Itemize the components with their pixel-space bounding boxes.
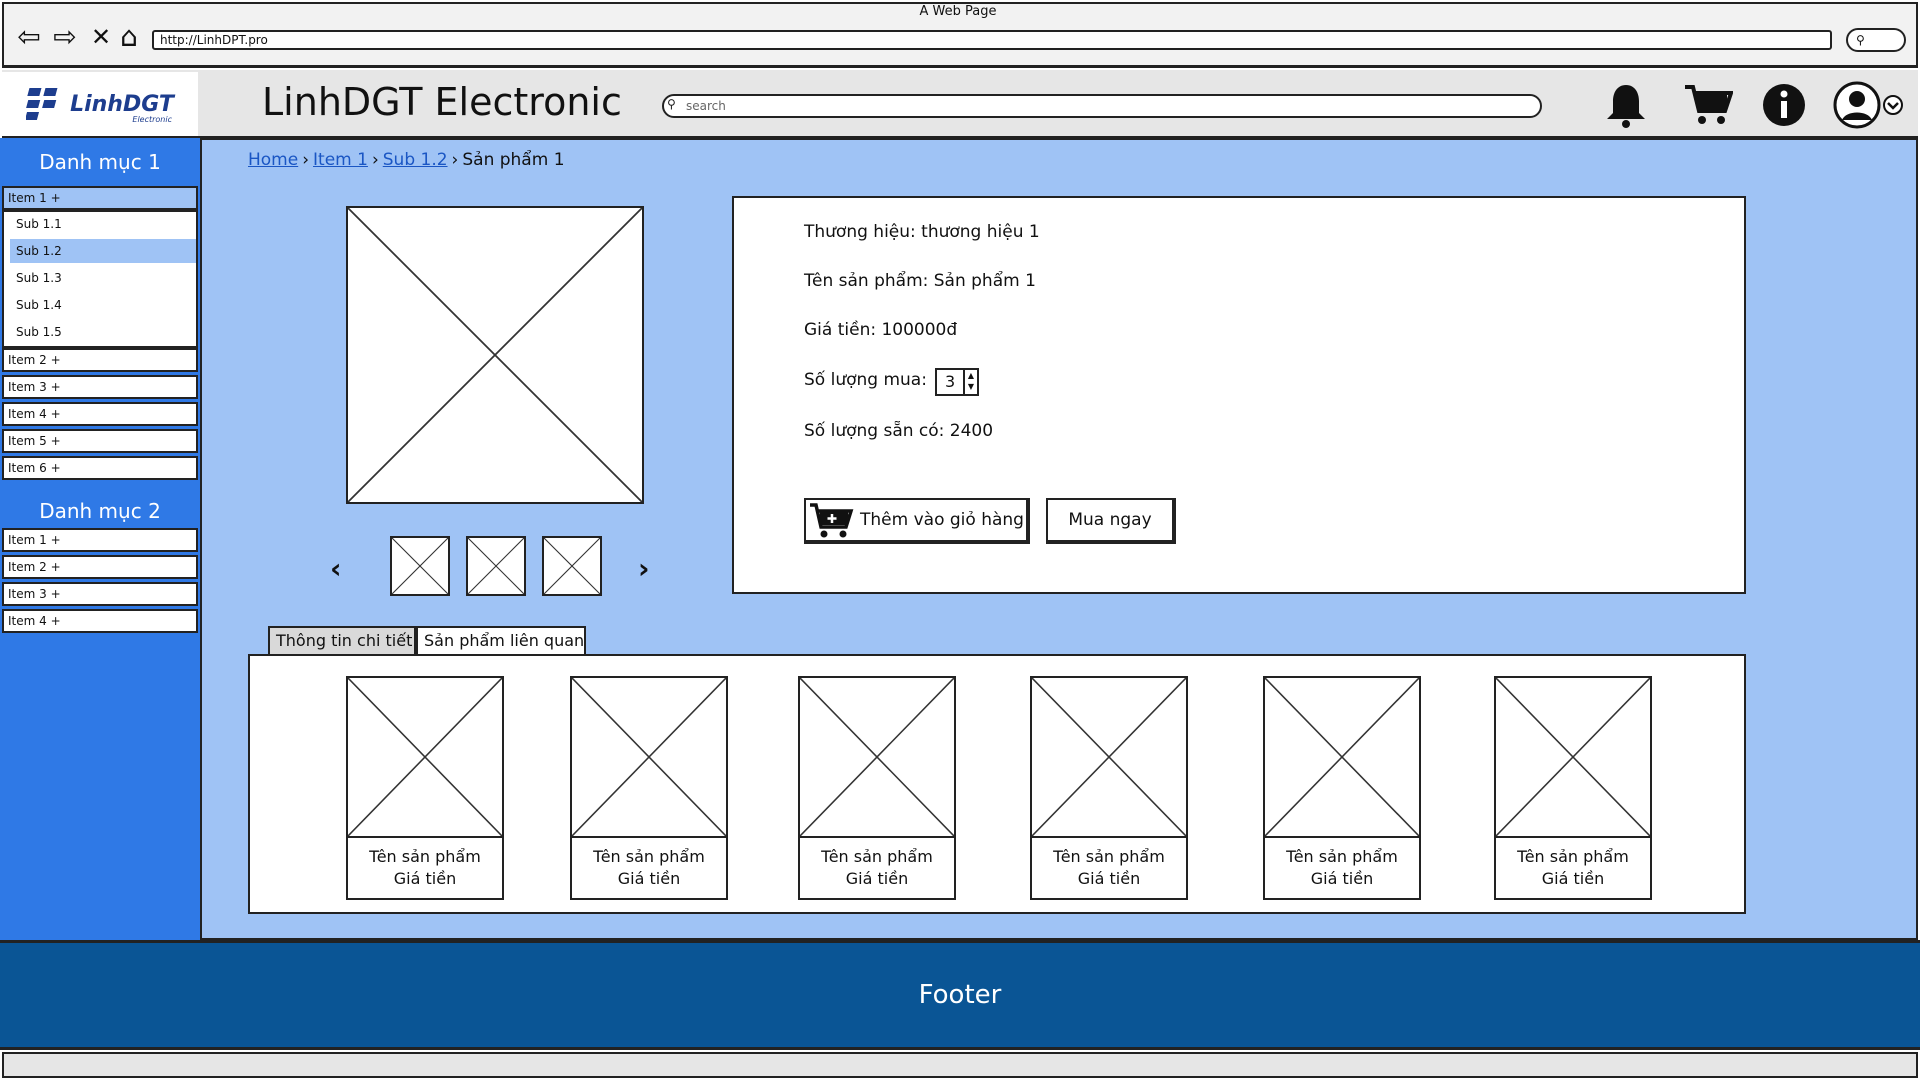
product-name: Tên sản phẩm: Sản phẩm 1 xyxy=(804,271,1036,291)
related-product-name: Tên sản phẩm xyxy=(1053,847,1165,866)
sidebar-item[interactable]: Item 3 + xyxy=(2,375,198,399)
breadcrumb: Home › Item 1 › Sub 1.2 › Sản phẩm 1 xyxy=(248,150,565,170)
back-icon[interactable]: ⇦ xyxy=(12,22,46,52)
thumbnail[interactable] xyxy=(390,536,450,596)
stock-quantity: Số lượng sẵn có: 2400 xyxy=(804,421,994,441)
breadcrumb-current: Sản phẩm 1 xyxy=(462,150,565,170)
related-product-card[interactable]: Tên sản phẩm Giá tiền xyxy=(1494,676,1652,900)
submenu-item[interactable]: Sub 1.3 xyxy=(10,266,196,290)
product-image xyxy=(346,206,644,504)
user-menu[interactable] xyxy=(1828,78,1908,132)
quantity-label: Số lượng mua: xyxy=(804,370,927,390)
sidebar-item[interactable]: Item 3 + xyxy=(2,582,198,606)
add-to-cart-label: Thêm vào giỏ hàng xyxy=(860,510,1024,530)
add-cart-icon xyxy=(810,503,854,538)
breadcrumb-link[interactable]: Item 1 xyxy=(313,150,368,170)
search-input[interactable]: search xyxy=(662,94,1542,118)
sidebar-item[interactable]: Item 1 + xyxy=(2,528,198,552)
thumbnail[interactable] xyxy=(466,536,526,596)
submenu-item[interactable]: Sub 1.4 xyxy=(10,293,196,317)
cart-icon[interactable] xyxy=(1680,78,1736,132)
sidebar-item[interactable]: Item 6 + xyxy=(2,456,198,480)
url-bar[interactable]: http://LinhDPT.pro xyxy=(152,30,1832,50)
logo-subtext: Electronic xyxy=(132,115,172,124)
chevron-left-icon[interactable]: ‹ xyxy=(330,552,342,585)
related-product-name: Tên sản phẩm xyxy=(821,847,933,866)
tab-details[interactable]: Thông tin chi tiết xyxy=(268,626,416,656)
category-title[interactable]: Danh mục 1 xyxy=(0,140,200,184)
page-footer: Footer xyxy=(0,940,1920,1050)
product-price: Giá tiền: 100000đ xyxy=(804,320,958,340)
info-icon[interactable] xyxy=(1756,78,1812,132)
window-title: A Web Page xyxy=(919,4,997,19)
submenu-item[interactable]: Sub 1.5 xyxy=(10,320,196,344)
related-product-price: Giá tiền xyxy=(1077,869,1141,888)
thumbnail[interactable] xyxy=(542,536,602,596)
category-title[interactable]: Danh mục 2 xyxy=(0,489,200,533)
logo-icon xyxy=(26,88,58,120)
sidebar-item[interactable]: Item 2 + xyxy=(2,555,198,579)
bell-icon[interactable] xyxy=(1598,78,1654,132)
related-product-card[interactable]: Tên sản phẩm Giá tiền xyxy=(1030,676,1188,900)
related-product-name: Tên sản phẩm xyxy=(369,847,481,866)
submenu-item[interactable]: Sub 1.2 xyxy=(10,239,196,263)
sidebar-item[interactable]: Item 5 + xyxy=(2,429,198,453)
related-product-card[interactable]: Tên sản phẩm Giá tiền xyxy=(570,676,728,900)
related-product-name: Tên sản phẩm xyxy=(1517,847,1629,866)
product-brand: Thương hiệu: thương hiệu 1 xyxy=(804,222,1040,242)
related-product-price: Giá tiền xyxy=(393,869,457,888)
sidebar-item[interactable]: Item 4 + xyxy=(2,402,198,426)
browser-search-field[interactable]: ⚲ xyxy=(1846,28,1906,52)
home-icon[interactable]: ⌂ xyxy=(112,22,146,52)
tab-related-products[interactable]: Sản phẩm liên quan xyxy=(416,626,586,656)
buy-now-button[interactable]: Mua ngay xyxy=(1046,498,1176,544)
related-product-card[interactable]: Tên sản phẩm Giá tiền xyxy=(1263,676,1421,900)
submenu-item[interactable]: Sub 1.1 xyxy=(10,212,196,236)
breadcrumb-link[interactable]: Sub 1.2 xyxy=(383,150,448,170)
chevron-down-icon xyxy=(1883,95,1903,115)
forward-icon[interactable]: ⇨ xyxy=(48,22,82,52)
related-product-card[interactable]: Tên sản phẩm Giá tiền xyxy=(798,676,956,900)
sidebar-item[interactable]: Item 1 + xyxy=(2,186,198,210)
related-product-name: Tên sản phẩm xyxy=(593,847,705,866)
status-bar xyxy=(2,1052,1918,1078)
related-product-card[interactable]: Tên sản phẩm Giá tiền xyxy=(346,676,504,900)
breadcrumb-link[interactable]: Home xyxy=(248,150,298,170)
add-to-cart-button[interactable]: Thêm vào giỏ hàng xyxy=(804,498,1030,544)
related-product-price: Giá tiền xyxy=(1541,869,1605,888)
sidebar-item[interactable]: Item 4 + xyxy=(2,609,198,633)
related-product-name: Tên sản phẩm xyxy=(1286,847,1398,866)
sidebar-item[interactable]: Item 2 + xyxy=(2,348,198,372)
related-product-price: Giá tiền xyxy=(617,869,681,888)
logo-text: LinhDGT xyxy=(70,91,174,117)
user-avatar-icon xyxy=(1833,81,1881,129)
site-title: LinhDGT Electronic xyxy=(262,80,622,124)
related-product-price: Giá tiền xyxy=(845,869,909,888)
search-icon: ⚲ xyxy=(667,97,676,111)
stepper-arrows-icon[interactable]: ▲ ▼ xyxy=(963,370,977,394)
chevron-right-icon[interactable]: › xyxy=(638,552,650,585)
logo[interactable]: LinhDGT Electronic xyxy=(2,72,198,136)
related-product-price: Giá tiền xyxy=(1310,869,1374,888)
